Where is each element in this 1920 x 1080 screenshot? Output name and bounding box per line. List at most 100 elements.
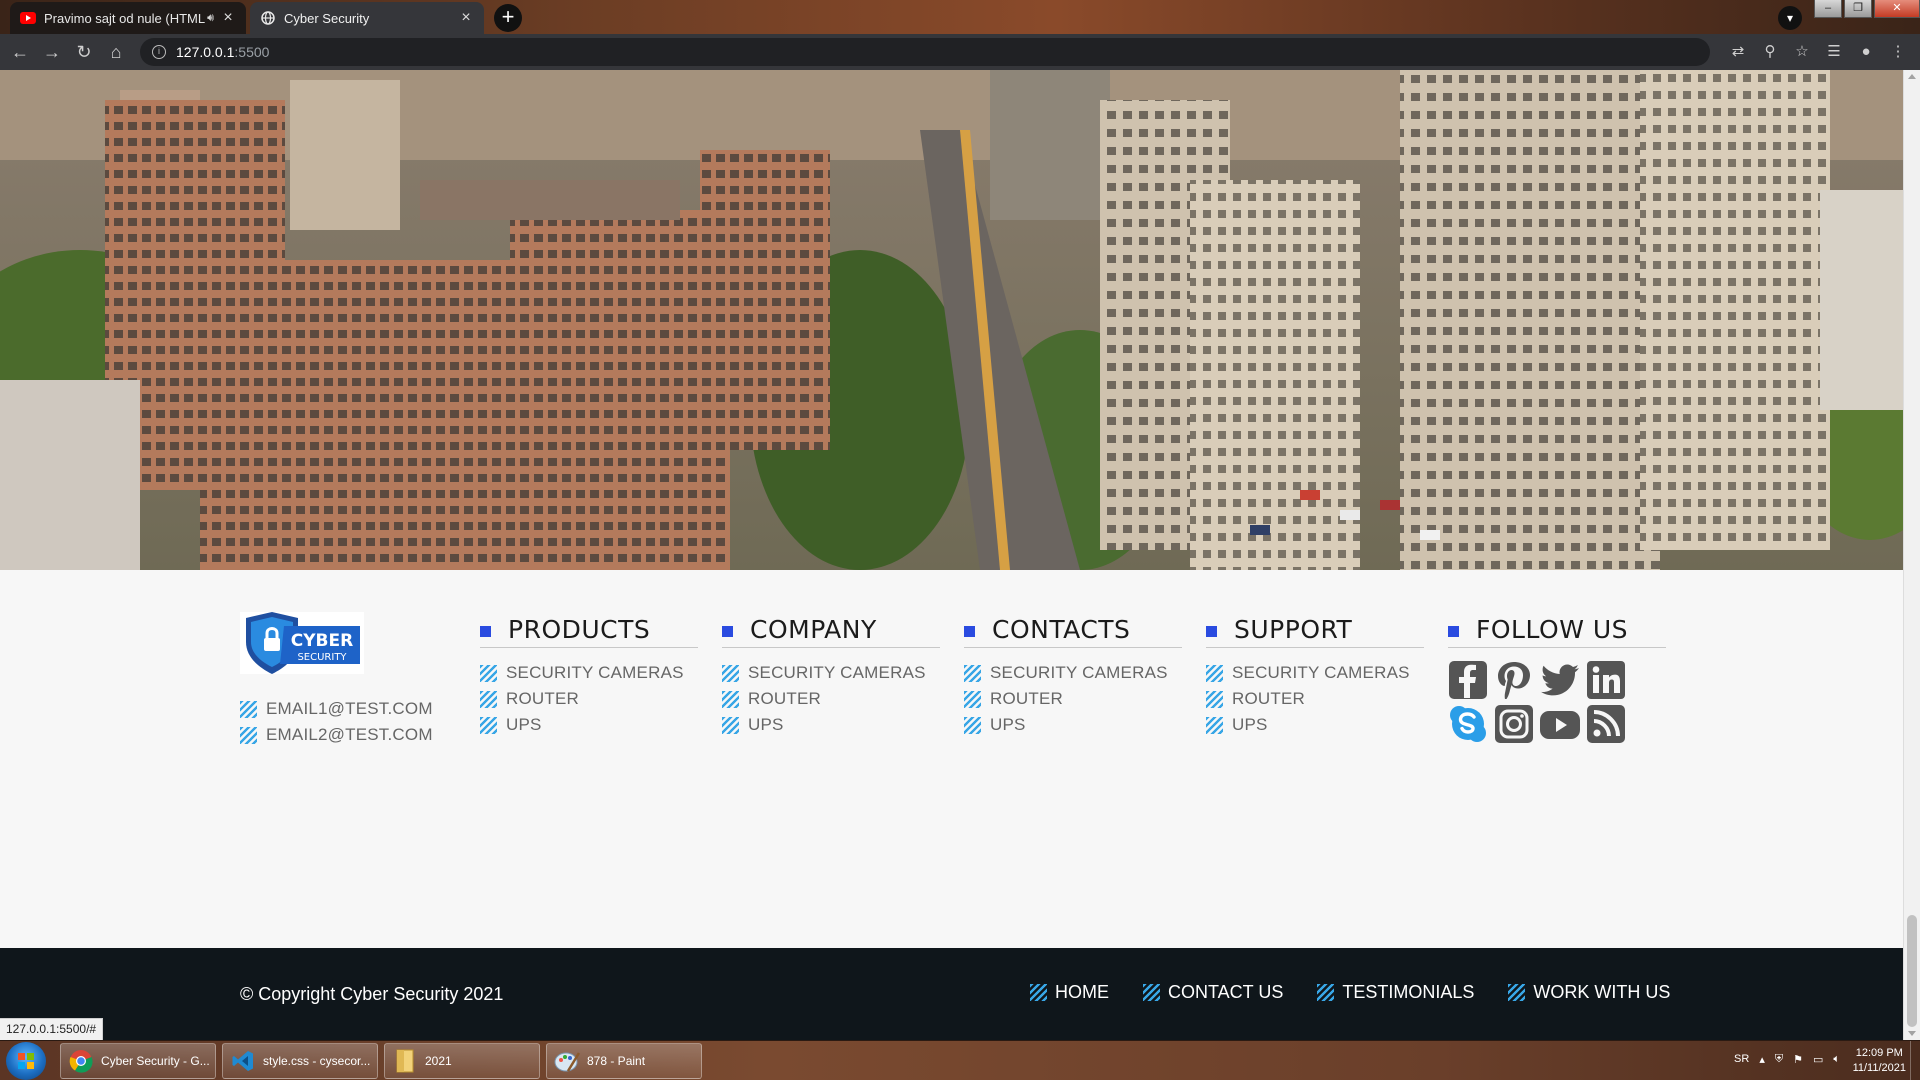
paint-icon (553, 1047, 581, 1075)
chrome-icon (67, 1047, 95, 1075)
scrollbar-thumb[interactable] (1907, 915, 1917, 1027)
reading-list-icon[interactable]: ☰ (1818, 36, 1850, 68)
rss-icon[interactable] (1586, 704, 1628, 748)
toolbar-right-tools: ⇄ ⚲ ☆ ☰ ● ⋮ (1722, 36, 1914, 68)
clock-time: 12:09 PM (1855, 1047, 1903, 1059)
square-bullet-icon (1206, 626, 1217, 637)
language-indicator[interactable]: SR (1734, 1053, 1749, 1066)
zoom-icon[interactable]: ⚲ (1754, 36, 1786, 68)
footer-nav-work-with-us[interactable]: WORK WITH US (1508, 982, 1670, 1003)
address-bar[interactable]: i 127.0.0.1:5500 (140, 38, 1710, 66)
menu-kebab-icon[interactable]: ⋮ (1882, 36, 1914, 68)
start-button[interactable] (6, 1042, 46, 1080)
cyber-security-logo[interactable]: CYBER SECURITY (240, 612, 364, 674)
tray-chevron-icon[interactable]: ▴ (1759, 1053, 1765, 1066)
system-tray: SR ▴ ⛨ ⚑ ▭ 🔈︎ (1724, 1053, 1840, 1066)
footer-link-ups[interactable]: UPS (480, 712, 698, 738)
stripes-icon (1206, 690, 1223, 708)
skype-icon[interactable] (1448, 704, 1490, 748)
close-tab-icon[interactable]: × (458, 9, 474, 27)
footer-link-router[interactable]: ROUTER (722, 686, 940, 712)
footer-nav-home[interactable]: HOME (1030, 982, 1109, 1003)
tray-shield-icon[interactable]: ⛨ (1775, 1053, 1783, 1066)
footer-link-security-cameras[interactable]: SECURITY CAMERAS (480, 660, 698, 686)
twitter-icon[interactable] (1540, 660, 1582, 704)
footer-nav-testimonials[interactable]: TESTIMONIALS (1317, 982, 1474, 1003)
footer-link-router[interactable]: ROUTER (964, 686, 1182, 712)
footer-link-ups[interactable]: UPS (722, 712, 940, 738)
social-icons-grid (1448, 660, 1666, 748)
speaker-icon[interactable]: 🔊︎ (207, 12, 214, 25)
scroll-up-icon[interactable] (1908, 74, 1916, 79)
facebook-icon[interactable] (1448, 660, 1490, 704)
square-bullet-icon (480, 626, 491, 637)
taskbar-item-vscode[interactable]: style.css - cysecor... (222, 1043, 378, 1079)
profile-icon[interactable]: ● (1850, 36, 1882, 68)
footer-link-router[interactable]: ROUTER (480, 686, 698, 712)
close-tab-icon[interactable]: × (220, 9, 236, 27)
stripes-icon (1143, 984, 1160, 1001)
pinterest-icon[interactable] (1494, 660, 1536, 704)
instagram-icon[interactable] (1494, 704, 1536, 748)
stripes-icon (1206, 664, 1223, 682)
youtube-icon[interactable] (1540, 704, 1582, 748)
tab-search-icon[interactable]: ▾ (1778, 6, 1802, 30)
email-link-1[interactable]: EMAIL1@TEST.COM (240, 696, 433, 722)
youtube-favicon-icon (20, 10, 36, 26)
forward-icon[interactable]: → (36, 36, 68, 68)
show-desktop-button[interactable] (1910, 1041, 1920, 1080)
footer-link-security-cameras[interactable]: SECURITY CAMERAS (722, 660, 940, 686)
page-viewport (0, 70, 1903, 1040)
taskbar-item-label: style.css - cysecor... (263, 1054, 371, 1068)
stripes-icon (480, 664, 497, 682)
tray-volume-icon[interactable]: 🔈︎ (1833, 1053, 1840, 1066)
footer-nav-contact-us[interactable]: CONTACT US (1143, 982, 1283, 1003)
site-info-icon[interactable]: i (152, 45, 166, 59)
window-controls: – ❐ ✕ (1812, 0, 1920, 18)
maximize-button[interactable]: ❐ (1844, 0, 1872, 18)
footer-column-company: COMPANY SECURITY CAMERAS ROUTER UPS (722, 612, 940, 738)
scroll-down-icon[interactable] (1908, 1031, 1916, 1036)
square-bullet-icon (722, 626, 733, 637)
taskbar-item-label: 2021 (425, 1054, 452, 1068)
footer-column-follow-us: FOLLOW US (1448, 612, 1666, 748)
back-icon[interactable]: ← (4, 36, 36, 68)
footer-link-security-cameras[interactable]: SECURITY CAMERAS (1206, 660, 1424, 686)
stripes-icon (1206, 716, 1223, 734)
window-close-button[interactable]: ✕ (1874, 0, 1920, 18)
stripes-icon (964, 716, 981, 734)
taskbar-item-paint[interactable]: 878 - Paint (546, 1043, 702, 1079)
footer-link-router[interactable]: ROUTER (1206, 686, 1424, 712)
email-link-2[interactable]: EMAIL2@TEST.COM (240, 722, 433, 748)
tray-flag-icon[interactable]: ⚑ (1793, 1053, 1803, 1066)
linkedin-icon[interactable] (1586, 660, 1628, 704)
footer-link-ups[interactable]: UPS (964, 712, 1182, 738)
browser-tab-youtube[interactable]: Pravimo sajt od nule (HTML 🔊︎ × (10, 2, 246, 34)
bookmark-star-icon[interactable]: ☆ (1786, 36, 1818, 68)
hero-city-image (0, 70, 1903, 570)
stripes-icon (722, 716, 739, 734)
reload-icon[interactable]: ↻ (68, 36, 100, 68)
tab-title: Pravimo sajt od nule (HTML (44, 10, 206, 26)
browser-tab-cyber-security[interactable]: Cyber Security × (250, 2, 484, 34)
tray-network-icon[interactable]: ▭ (1813, 1053, 1823, 1066)
taskbar-clock[interactable]: 12:09 PM 11/11/2021 (1853, 1046, 1906, 1076)
minimize-button[interactable]: – (1814, 0, 1842, 18)
translate-icon[interactable]: ⇄ (1722, 36, 1754, 68)
footer-link-security-cameras[interactable]: SECURITY CAMERAS (964, 660, 1182, 686)
footer-link-ups[interactable]: UPS (1206, 712, 1424, 738)
taskbar-item-chrome[interactable]: Cyber Security - G... (60, 1043, 216, 1079)
stripes-icon (1317, 984, 1335, 1001)
clock-date: 11/11/2021 (1852, 1062, 1906, 1074)
square-bullet-icon (964, 626, 975, 637)
footer-bottom-bar: © Copyright Cyber Security 2021 HOME CON… (0, 948, 1903, 1040)
url-host: 127.0.0.1 (176, 44, 235, 60)
globe-favicon-icon (260, 10, 276, 26)
page-scrollbar[interactable] (1903, 70, 1920, 1040)
taskbar-item-folder[interactable]: 2021 (384, 1043, 540, 1079)
column-heading: COMPANY (722, 612, 940, 648)
home-icon[interactable]: ⌂ (100, 36, 132, 68)
new-tab-button[interactable]: + (494, 4, 522, 32)
email-text: EMAIL1@TEST.COM (266, 699, 433, 718)
stripes-icon (722, 664, 739, 682)
